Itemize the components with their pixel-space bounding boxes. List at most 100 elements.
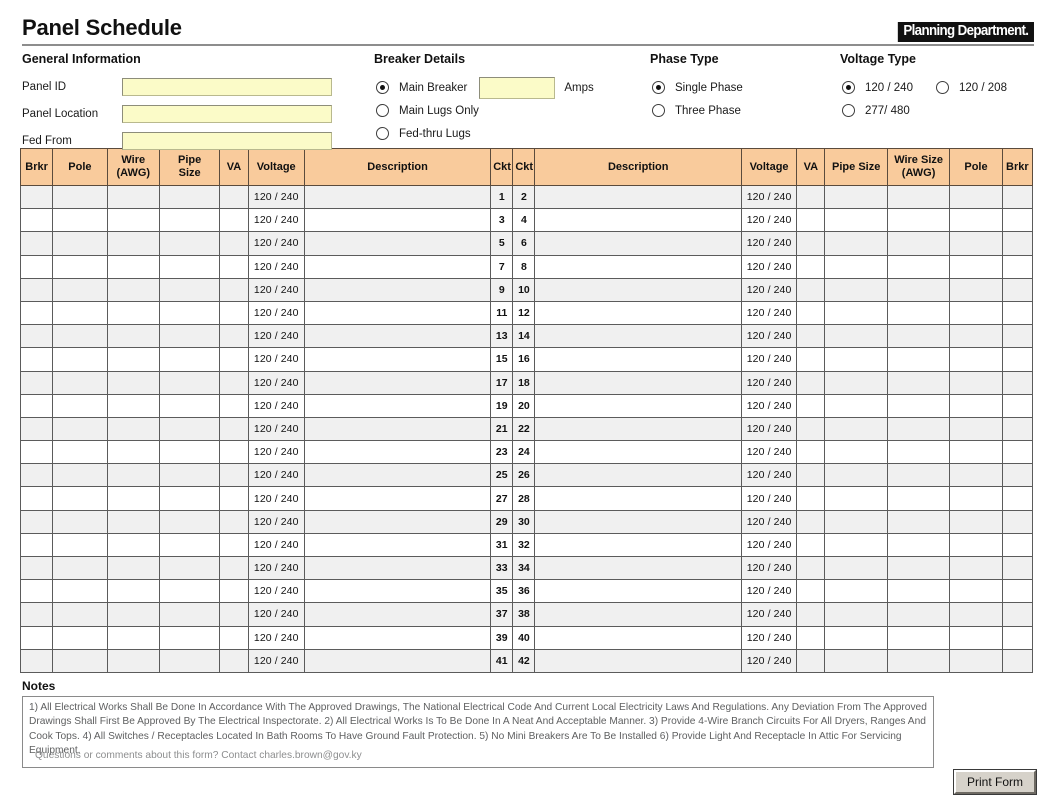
cell-wire-left[interactable] — [106, 648, 160, 673]
panel-id-input[interactable] — [122, 78, 332, 96]
radio-fed-thru-lugs[interactable]: Fed-thru Lugs — [374, 122, 644, 145]
cell-description-right[interactable] — [534, 555, 742, 581]
cell-va-left[interactable] — [219, 254, 249, 279]
cell-ckt-odd[interactable]: 9 — [490, 277, 514, 302]
cell-wire-right[interactable] — [886, 324, 951, 349]
cell-wire-right[interactable] — [886, 648, 951, 673]
cell-description-left[interactable] — [303, 231, 492, 256]
cell-voltage-left[interactable]: 120 / 240 — [247, 254, 305, 279]
cell-va-left[interactable] — [219, 370, 249, 395]
cell-pole-right[interactable] — [949, 625, 1003, 650]
cell-brkr-left[interactable] — [19, 277, 54, 302]
cell-va-left[interactable] — [219, 277, 249, 302]
cell-description-right[interactable] — [534, 579, 742, 604]
cell-pole-right[interactable] — [949, 184, 1003, 210]
cell-pipe-left[interactable] — [158, 579, 221, 604]
cell-brkr-left[interactable] — [19, 509, 54, 534]
cell-ckt-odd[interactable]: 1 — [490, 184, 514, 210]
cell-voltage-left[interactable]: 120 / 240 — [247, 532, 305, 558]
cell-pipe-left[interactable] — [158, 486, 221, 511]
cell-pipe-right[interactable] — [824, 440, 888, 465]
cell-pipe-left[interactable] — [158, 625, 221, 650]
cell-pipe-left[interactable] — [158, 416, 221, 442]
cell-ckt-odd[interactable]: 13 — [490, 324, 514, 349]
cell-ckt-odd[interactable]: 29 — [490, 509, 514, 534]
cell-wire-right[interactable] — [886, 208, 951, 233]
cell-voltage-left[interactable]: 120 / 240 — [247, 393, 305, 418]
amps-input[interactable] — [479, 76, 556, 99]
cell-ckt-odd[interactable]: 41 — [490, 648, 514, 673]
cell-description-right[interactable] — [534, 393, 742, 418]
cell-pipe-right[interactable] — [824, 416, 888, 442]
cell-wire-right[interactable] — [886, 254, 951, 279]
cell-wire-right[interactable] — [886, 602, 951, 627]
cell-description-left[interactable] — [303, 324, 492, 349]
radio-main-lugs-only[interactable]: Main Lugs Only — [374, 99, 644, 122]
cell-voltage-right[interactable]: 120 / 240 — [740, 231, 798, 256]
cell-wire-left[interactable] — [106, 184, 160, 210]
cell-brkr-left[interactable] — [19, 440, 54, 465]
cell-description-left[interactable] — [303, 254, 492, 279]
cell-pole-right[interactable] — [949, 208, 1003, 233]
cell-va-right[interactable] — [796, 486, 826, 511]
cell-pole-right[interactable] — [949, 231, 1003, 256]
radio-three-phase[interactable]: Three Phase — [650, 99, 840, 122]
cell-va-left[interactable] — [219, 184, 249, 210]
cell-pole-left[interactable] — [52, 184, 108, 210]
cell-description-left[interactable] — [303, 463, 492, 488]
cell-wire-left[interactable] — [106, 231, 160, 256]
cell-va-left[interactable] — [219, 300, 249, 326]
cell-ckt-odd[interactable]: 3 — [490, 208, 514, 233]
cell-description-left[interactable] — [303, 184, 492, 210]
cell-voltage-right[interactable]: 120 / 240 — [740, 509, 798, 534]
cell-voltage-right[interactable]: 120 / 240 — [740, 625, 798, 650]
cell-description-left[interactable] — [303, 416, 492, 442]
cell-voltage-left[interactable]: 120 / 240 — [247, 440, 305, 465]
radio-main-breaker[interactable]: Main Breaker — [374, 76, 467, 99]
cell-pole-right[interactable] — [949, 509, 1003, 534]
cell-va-right[interactable] — [796, 254, 826, 279]
cell-va-left[interactable] — [219, 324, 249, 349]
cell-wire-left[interactable] — [106, 347, 160, 372]
cell-wire-left[interactable] — [106, 324, 160, 349]
cell-pipe-right[interactable] — [824, 463, 888, 488]
cell-voltage-right[interactable]: 120 / 240 — [740, 463, 798, 488]
cell-voltage-left[interactable]: 120 / 240 — [247, 370, 305, 395]
cell-description-left[interactable] — [303, 300, 492, 326]
cell-pole-left[interactable] — [52, 532, 108, 558]
cell-brkr-right[interactable] — [1001, 184, 1034, 210]
cell-voltage-left[interactable]: 120 / 240 — [247, 208, 305, 233]
cell-pipe-right[interactable] — [824, 184, 888, 210]
cell-voltage-right[interactable]: 120 / 240 — [740, 254, 798, 279]
cell-ckt-even[interactable]: 40 — [512, 625, 536, 650]
cell-pipe-left[interactable] — [158, 555, 221, 581]
cell-voltage-left[interactable]: 120 / 240 — [247, 486, 305, 511]
cell-pipe-left[interactable] — [158, 324, 221, 349]
cell-description-left[interactable] — [303, 370, 492, 395]
cell-pole-left[interactable] — [52, 277, 108, 302]
cell-pipe-left[interactable] — [158, 347, 221, 372]
cell-ckt-odd[interactable]: 15 — [490, 347, 514, 372]
cell-wire-right[interactable] — [886, 555, 951, 581]
cell-description-right[interactable] — [534, 277, 742, 302]
cell-description-right[interactable] — [534, 184, 742, 210]
cell-brkr-right[interactable] — [1001, 579, 1034, 604]
cell-brkr-right[interactable] — [1001, 416, 1034, 442]
cell-va-left[interactable] — [219, 625, 249, 650]
cell-voltage-right[interactable]: 120 / 240 — [740, 208, 798, 233]
cell-brkr-left[interactable] — [19, 625, 54, 650]
cell-brkr-right[interactable] — [1001, 648, 1034, 673]
cell-wire-right[interactable] — [886, 440, 951, 465]
cell-voltage-right[interactable]: 120 / 240 — [740, 300, 798, 326]
cell-wire-right[interactable] — [886, 347, 951, 372]
cell-wire-left[interactable] — [106, 254, 160, 279]
cell-description-right[interactable] — [534, 602, 742, 627]
cell-pipe-left[interactable] — [158, 300, 221, 326]
cell-pole-right[interactable] — [949, 532, 1003, 558]
cell-wire-left[interactable] — [106, 277, 160, 302]
cell-va-left[interactable] — [219, 509, 249, 534]
cell-pole-left[interactable] — [52, 555, 108, 581]
cell-va-right[interactable] — [796, 231, 826, 256]
cell-va-right[interactable] — [796, 440, 826, 465]
cell-va-right[interactable] — [796, 509, 826, 534]
